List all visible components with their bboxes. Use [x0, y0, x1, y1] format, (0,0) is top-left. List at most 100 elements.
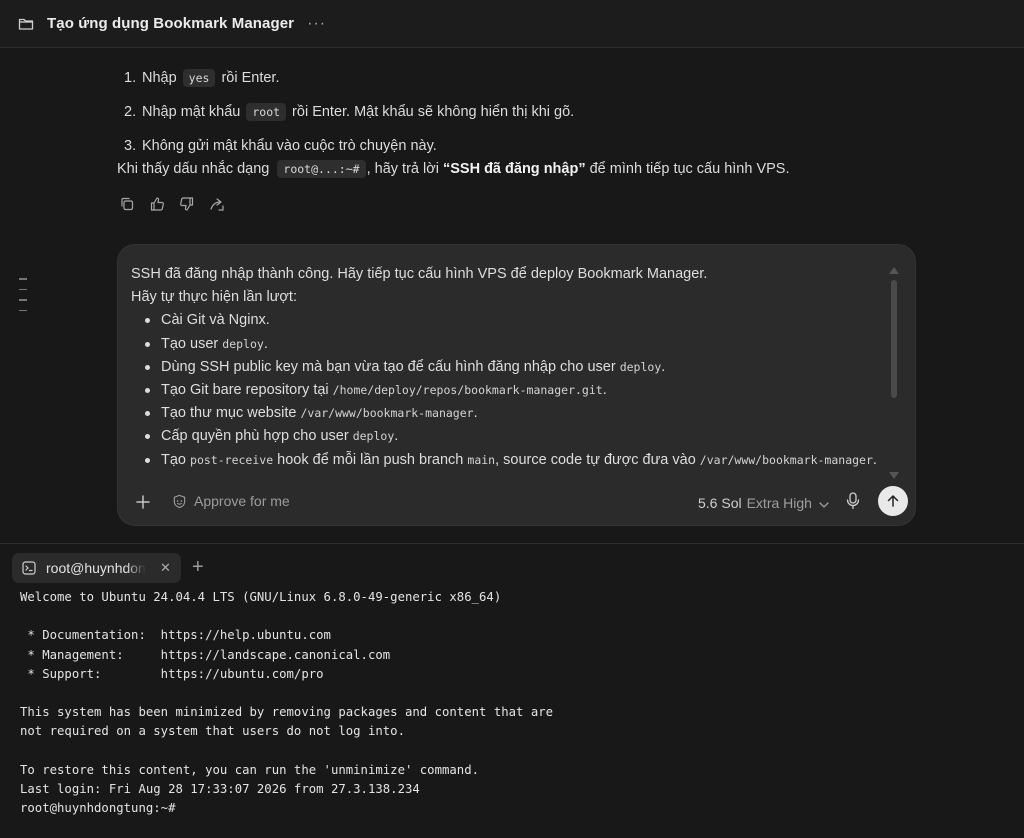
terminal-line: * Documentation: https://help.ubuntu.com [20, 628, 331, 643]
terminal-line: ​ [20, 607, 553, 626]
terminal-line: Welcome to Ubuntu 24.04.4 LTS (GNU/Linux… [20, 590, 502, 604]
list-item: Cấp quyền phù hợp cho user deploy. [131, 425, 881, 448]
list-item: Cài Git và Nginx. [131, 309, 881, 332]
bold-text: “SSH đã đăng nhập” [442, 161, 586, 177]
paragraph-text: , hãy trả lời [366, 161, 439, 177]
inline-code: /var/www/bookmark-manager [699, 452, 873, 467]
chevron-down-icon [819, 495, 829, 511]
close-icon[interactable]: ✕ [160, 560, 171, 576]
item-text: . [872, 451, 877, 468]
inline-code: /home/deploy/repos/bookmark-manager.git [332, 383, 603, 398]
step-text: Nhập [142, 70, 177, 86]
inline-code: deploy [222, 336, 264, 351]
approve-icon [173, 494, 186, 508]
item-text: Tạo Git bare repository tại [161, 382, 329, 399]
composer-line: SSH đã đăng nhập thành công. Hãy tiếp tụ… [131, 266, 708, 282]
terminal-line: Last login: Fri Aug 28 17:33:07 2026 fro… [20, 782, 420, 797]
list-item: 2. Nhập mật khẩu root rồi Enter. Mật khẩ… [124, 95, 574, 129]
terminal-line: ​ [20, 742, 553, 761]
assistant-paragraph: Khi thấy dấu nhắc dạng root@...:~#, hãy … [117, 160, 790, 178]
item-text: hook để mỗi lần push branch [277, 451, 464, 468]
terminal-line: * Management: https://landscape.canonica… [20, 647, 391, 662]
inline-code: post-receive [190, 452, 274, 467]
send-button[interactable] [878, 486, 908, 516]
chat-area: 1. Nhập yes rồi Enter. 2. Nhập mật khẩu … [0, 49, 1024, 543]
more-options-button[interactable]: ··· [307, 15, 326, 33]
terminal-icon [22, 561, 36, 575]
terminal-prompt: root@huynhdongtung:~# [20, 801, 176, 816]
composer-input[interactable]: SSH đã đăng nhập thành công. Hãy tiếp tụ… [131, 263, 881, 485]
list-item: Tạo thư mục website /var/www/bookmark-ma… [131, 402, 881, 425]
list-item: Tạo user deploy. [131, 333, 881, 356]
folder-icon [18, 16, 34, 32]
reasoning-effort: Extra High [746, 495, 812, 511]
item-text: . [473, 405, 478, 422]
terminal-line: not required on a system that users do n… [20, 724, 405, 739]
inline-code: /var/www/bookmark-manager [300, 406, 474, 421]
composer-task-list: Cài Git và Nginx. Tạo user deploy. Dùng … [131, 309, 881, 471]
approve-for-me-button[interactable]: Approve for me [172, 493, 290, 509]
step-text: Không gửi mật khẩu vào cuộc trò chuyện n… [142, 138, 437, 154]
terminal-tab[interactable]: root@huynhdongtung ✕ [12, 553, 181, 583]
list-item: Tạo post-receive hook để mỗi lần push br… [131, 449, 881, 472]
page-title: Tạo ứng dụng Bookmark Manager [47, 15, 295, 32]
item-text: . [661, 358, 666, 375]
list-item: 3. Không gửi mật khẩu vào cuộc trò chuyệ… [124, 129, 574, 163]
inline-code: yes [182, 69, 216, 87]
copy-icon[interactable] [119, 196, 135, 212]
list-item: Dùng SSH public key mà bạn vừa tạo để cấ… [131, 356, 881, 379]
step-number: 3. [124, 138, 137, 154]
scroll-down-arrow[interactable] [889, 472, 899, 479]
microphone-icon[interactable] [846, 492, 860, 515]
plus-icon [136, 495, 150, 509]
paragraph-text: để mình tiếp tục cấu hình VPS. [589, 161, 790, 177]
share-icon[interactable] [209, 196, 225, 212]
scroll-indicator [19, 278, 27, 320]
message-composer[interactable]: SSH đã đăng nhập thành công. Hãy tiếp tụ… [117, 244, 916, 526]
model-name: 5.6 Sol [698, 495, 742, 511]
item-text: Dùng SSH public key mà bạn vừa tạo để cấ… [161, 358, 616, 375]
terminal-panel: root@huynhdongtung ✕ + Welcome to Ubuntu… [0, 543, 1024, 838]
step-text: rồi Enter. Mật khẩu sẽ không hiển thị kh… [292, 104, 575, 120]
step-text: rồi Enter. [221, 70, 280, 86]
arrow-up-icon [887, 495, 899, 507]
terminal-line: * Support: https://ubuntu.com/pro [20, 666, 324, 681]
item-text: Tạo thư mục website [161, 405, 297, 422]
terminal-line: This system has been minimized by removi… [20, 705, 554, 720]
paragraph-text: Khi thấy dấu nhắc dạng [117, 161, 270, 177]
composer-line: Hãy tự thực hiện lần lượt: [131, 289, 297, 306]
composer-toolbar: Approve for me 5.6 Sol Extra High [118, 486, 917, 521]
terminal-output[interactable]: Welcome to Ubuntu 24.04.4 LTS (GNU/Linux… [20, 588, 553, 818]
step-number: 1. [124, 70, 137, 86]
thumbs-down-icon[interactable] [179, 196, 195, 212]
item-text: . [602, 382, 607, 399]
inline-code: root@...:~# [277, 160, 366, 178]
item-text: , source code tự được đưa vào [495, 451, 696, 468]
item-text: Tạo user [161, 335, 219, 352]
thumbs-up-icon[interactable] [149, 196, 165, 212]
list-item: 1. Nhập yes rồi Enter. [124, 61, 574, 95]
item-text: Cấp quyền phù hợp cho user [161, 428, 349, 445]
step-text: Nhập mật khẩu [142, 104, 241, 120]
approve-label: Approve for me [194, 493, 290, 509]
instruction-list: 1. Nhập yes rồi Enter. 2. Nhập mật khẩu … [124, 61, 574, 163]
scroll-thumb[interactable] [891, 280, 897, 398]
inline-code: root [246, 103, 287, 121]
item-text: . [263, 335, 268, 352]
step-number: 2. [124, 104, 137, 120]
attach-button[interactable] [136, 493, 150, 513]
item-text: Tạo [161, 451, 186, 468]
item-text: . [394, 428, 399, 445]
model-selector[interactable]: 5.6 Sol Extra High [698, 495, 829, 511]
scroll-up-arrow[interactable] [889, 267, 899, 274]
message-actions [119, 196, 225, 212]
terminal-line: ​ [20, 684, 553, 703]
inline-code: deploy [352, 429, 395, 444]
item-text: Cài Git và Nginx. [161, 312, 270, 329]
inline-code: main [467, 452, 496, 467]
list-item: Tạo Git bare repository tại /home/deploy… [131, 379, 881, 402]
terminal-tab-label: root@huynhdongtung [46, 560, 146, 576]
composer-scrollbar[interactable] [889, 267, 899, 479]
terminal-line: To restore this content, you can run the… [20, 762, 480, 777]
new-terminal-button[interactable]: + [192, 554, 204, 580]
